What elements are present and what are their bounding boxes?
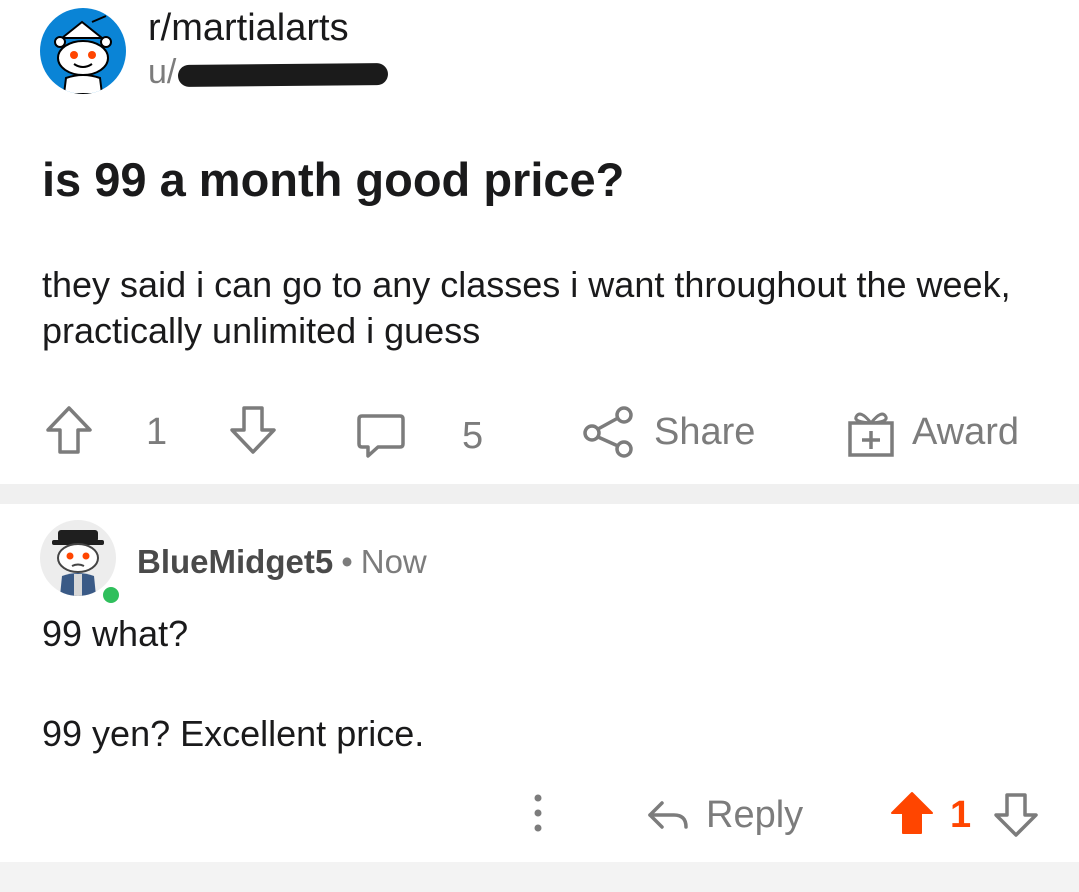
comment-text-line-2: 99 yen? Excellent price. bbox=[42, 713, 425, 754]
comment-bubble-icon bbox=[357, 414, 405, 458]
section-divider bbox=[0, 484, 1079, 504]
upvote-arrow-filled-icon bbox=[891, 792, 933, 834]
comment-downvote-button[interactable] bbox=[994, 791, 1038, 837]
subreddit-avatar[interactable] bbox=[40, 8, 126, 94]
comment-upvote-button[interactable] bbox=[890, 791, 934, 837]
online-status-indicator bbox=[100, 584, 122, 606]
post-title: is 99 a month good price? bbox=[42, 153, 625, 206]
bottom-divider bbox=[0, 862, 1079, 892]
comment-text-line-1: 99 what? bbox=[42, 613, 189, 654]
subreddit-name[interactable]: r/martialarts bbox=[148, 6, 388, 50]
share-button[interactable]: Share bbox=[582, 402, 755, 462]
post-header: r/martialarts u/ bbox=[40, 6, 389, 94]
comment-action-bar: Reply 1 bbox=[0, 785, 1079, 841]
comment-vote-count: 1 bbox=[950, 794, 972, 836]
award-label: Award bbox=[912, 411, 1020, 453]
downvote-arrow-icon bbox=[994, 793, 1038, 837]
comment-meta: BlueMidget5 • Now bbox=[137, 542, 427, 582]
meta-separator: • bbox=[341, 543, 353, 580]
post-vote-count: 1 bbox=[146, 411, 168, 453]
post-author-row[interactable]: u/ bbox=[148, 52, 389, 92]
upvote-button[interactable] bbox=[44, 404, 94, 456]
comment-author[interactable]: BlueMidget5 bbox=[137, 543, 333, 580]
reply-button[interactable]: Reply bbox=[646, 785, 803, 845]
downvote-arrow-icon bbox=[230, 406, 276, 454]
vertical-ellipsis-icon bbox=[534, 794, 542, 832]
comment-more-button[interactable] bbox=[526, 789, 550, 837]
gift-icon bbox=[848, 412, 894, 457]
upvote-arrow-icon bbox=[46, 406, 92, 454]
downvote-button[interactable] bbox=[228, 404, 278, 456]
post-body: they said i can go to any classes i want… bbox=[42, 264, 1011, 351]
reddit-post-page: r/martialarts u/ is 99 a month good pric… bbox=[0, 0, 1079, 892]
comment-timestamp: Now bbox=[360, 543, 427, 580]
redacted-username bbox=[178, 63, 389, 87]
award-button[interactable]: Award bbox=[846, 402, 1019, 462]
username-prefix: u/ bbox=[148, 53, 177, 91]
post-meta: r/martialarts u/ bbox=[148, 6, 389, 92]
share-icon bbox=[583, 406, 633, 458]
share-label: Share bbox=[654, 411, 756, 453]
post-action-bar: 1 5 Share Award bbox=[0, 402, 1079, 462]
reply-arrow-icon bbox=[648, 801, 688, 829]
comments-button[interactable]: 5 bbox=[356, 406, 483, 466]
comment-count: 5 bbox=[462, 415, 484, 457]
snoo-icon bbox=[54, 15, 112, 94]
reply-label: Reply bbox=[706, 794, 804, 836]
